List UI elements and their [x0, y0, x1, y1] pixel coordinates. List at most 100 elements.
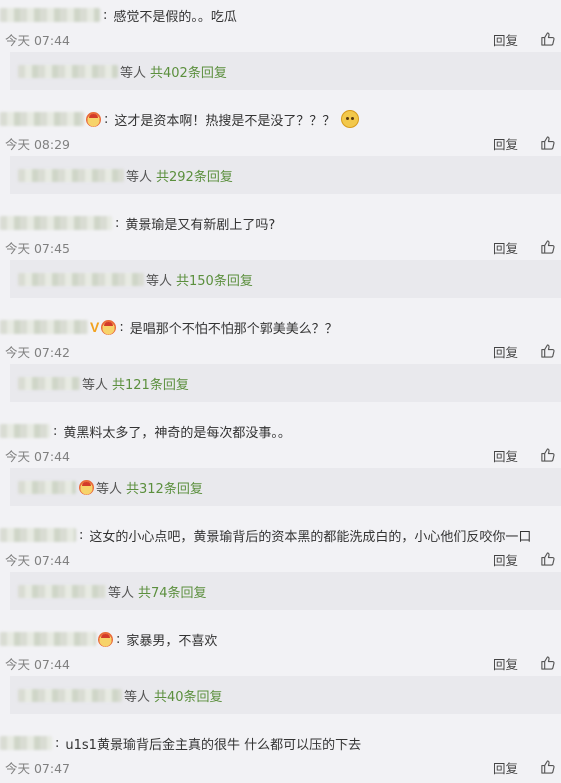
- thumbs-up-icon[interactable]: [540, 655, 555, 670]
- comment-body: : u1s1黄景瑜背后金主真的很牛 什么都可以压的下去: [0, 731, 361, 755]
- colon: :: [116, 631, 121, 647]
- reply-count-link[interactable]: 共121条回复: [112, 374, 189, 393]
- comment-time: 今天 07:42: [5, 345, 70, 360]
- comment-text: 黄黑料太多了，神奇的是每次都没事。。: [63, 425, 291, 441]
- comment-item: V: 是唱那个不怕不怕那个郭美美么？？ 今天 07:42 回复: [0, 312, 561, 364]
- comment-item: : 感觉不是假的。。吃瓜今天 07:44 回复: [0, 0, 561, 52]
- reply-button[interactable]: 回复: [493, 342, 518, 361]
- replier-names-blurred: [18, 64, 118, 78]
- comment-text: 黄景瑜是又有新剧上了吗?: [125, 217, 276, 233]
- reply-button[interactable]: 回复: [493, 654, 518, 673]
- reply-button[interactable]: 回复: [493, 134, 518, 153]
- replier-names-blurred: [18, 688, 122, 702]
- comment-body: V: 是唱那个不怕不怕那个郭美美么？？: [0, 315, 338, 339]
- comment-item: : u1s1黄景瑜背后金主真的很牛 什么都可以压的下去今天 07:47 回复: [0, 728, 561, 780]
- others-label: 等人: [124, 689, 151, 705]
- comment-time: 今天 07:44: [5, 33, 70, 48]
- reply-count-link[interactable]: 共40条回复: [154, 686, 223, 705]
- reply-count-link[interactable]: 共150条回复: [176, 270, 253, 289]
- replies-summary[interactable]: 等人 共292条回复: [10, 156, 561, 194]
- comment-meta: 今天 07:44 回复: [5, 446, 561, 464]
- comment-meta: 今天 07:42 回复: [5, 342, 561, 360]
- reply-button[interactable]: 回复: [493, 550, 518, 569]
- others-label: 等人: [126, 169, 153, 185]
- colon: :: [103, 7, 108, 23]
- replier-names-blurred: [18, 480, 76, 494]
- comment-item: : 黄景瑜是又有新剧上了吗? 今天 07:45 回复: [0, 208, 561, 260]
- username-blurred[interactable]: [0, 216, 112, 230]
- fan-badge-icon: [86, 111, 101, 127]
- comment-body: : 家暴男，不喜欢: [0, 627, 217, 651]
- comment-text: 家暴男，不喜欢: [126, 633, 218, 649]
- replier-names-blurred: [18, 376, 80, 390]
- others-label: 等人: [120, 65, 147, 81]
- thumbs-up-icon[interactable]: [540, 759, 555, 774]
- comment-time: 今天 07:44: [5, 449, 70, 464]
- doge-emoji-icon: [341, 110, 360, 128]
- reply-button[interactable]: 回复: [493, 30, 518, 49]
- replier-names-blurred: [18, 584, 106, 598]
- comment-item: : 黄黑料太多了，神奇的是每次都没事。。今天 07:44 回复: [0, 416, 561, 468]
- reply-button[interactable]: 回复: [493, 238, 518, 257]
- reply-button[interactable]: 回复: [493, 446, 518, 465]
- reply-count-link[interactable]: 共312条回复: [126, 478, 203, 497]
- thumbs-up-icon[interactable]: [540, 551, 555, 566]
- comment-body: : 这才是资本啊！热搜是不是没了？？？: [0, 107, 360, 131]
- replies-summary[interactable]: 等人 共121条回复: [10, 364, 561, 402]
- comment-text: 这女的小心点吧，黄景瑜背后的资本黑的都能洗成白的，小心他们反咬你一口: [89, 529, 532, 545]
- others-label: 等人: [96, 481, 123, 497]
- replier-names-blurred: [18, 272, 144, 286]
- comment-item: : 这女的小心点吧，黄景瑜背后的资本黑的都能洗成白的，小心他们反咬你一口今天 07…: [0, 520, 561, 572]
- colon: :: [104, 111, 109, 127]
- comment-body: : 感觉不是假的。。吃瓜: [0, 3, 237, 27]
- comment-time: 今天 07:44: [5, 553, 70, 568]
- username-blurred[interactable]: [0, 528, 76, 542]
- colon: :: [53, 423, 58, 439]
- verified-v-icon: V: [90, 319, 100, 335]
- comment-meta: 今天 07:45 回复: [5, 238, 561, 256]
- thumbs-up-icon[interactable]: [540, 447, 555, 462]
- comment-text: 这才是资本啊！热搜是不是没了？？？: [114, 113, 336, 129]
- reply-count-link[interactable]: 共74条回复: [138, 582, 207, 601]
- fan-badge-icon: [98, 631, 113, 647]
- replier-names-blurred: [18, 168, 124, 182]
- reply-count-link[interactable]: 共292条回复: [156, 166, 233, 185]
- username-blurred[interactable]: [0, 424, 50, 438]
- thumbs-up-icon[interactable]: [540, 135, 555, 150]
- thumbs-up-icon[interactable]: [540, 239, 555, 254]
- comment-meta: 今天 07:44 回复: [5, 550, 561, 568]
- comment-text: 是唱那个不怕不怕那个郭美美么？？: [129, 321, 338, 337]
- replies-summary[interactable]: 等人 共402条回复: [10, 52, 561, 90]
- comment-meta: 今天 07:47 回复: [5, 758, 561, 776]
- comment-meta: 今天 08:29 回复: [5, 134, 561, 152]
- others-label: 等人: [146, 273, 173, 289]
- comment-text: 感觉不是假的。。吃瓜: [113, 9, 237, 25]
- colon: :: [115, 215, 120, 231]
- replies-summary[interactable]: 等人 共74条回复: [10, 572, 561, 610]
- replies-summary[interactable]: 等人 共150条回复: [10, 260, 561, 298]
- colon: :: [55, 735, 60, 751]
- comment-list: : 感觉不是假的。。吃瓜 今天 07:44 回复 等人 共402条回复: 这才是资本啊！热搜…: [0, 0, 561, 783]
- reply-count-link[interactable]: 共402条回复: [150, 62, 227, 81]
- comment-item: : 这才是资本啊！热搜是不是没了？？？ 今天 08:29 回复: [0, 104, 561, 156]
- comment-time: 今天 07:45: [5, 241, 70, 256]
- comment-time: 今天 08:29: [5, 137, 70, 152]
- username-blurred[interactable]: [0, 320, 88, 334]
- replies-summary[interactable]: 等人 共40条回复: [10, 676, 561, 714]
- comment-time: 今天 07:47: [5, 761, 70, 776]
- username-blurred[interactable]: [0, 112, 84, 126]
- username-blurred[interactable]: [0, 8, 100, 22]
- comment-item: : 家暴男，不喜欢今天 07:44 回复: [0, 624, 561, 676]
- thumbs-up-icon[interactable]: [540, 343, 555, 358]
- username-blurred[interactable]: [0, 632, 96, 646]
- fan-badge-icon: [101, 319, 117, 335]
- reply-button[interactable]: 回复: [493, 758, 518, 777]
- comment-text: u1s1黄景瑜背后金主真的很牛 什么都可以压的下去: [65, 737, 362, 753]
- replies-summary[interactable]: 等人 共312条回复: [10, 468, 561, 506]
- comment-body: : 这女的小心点吧，黄景瑜背后的资本黑的都能洗成白的，小心他们反咬你一口: [0, 523, 531, 547]
- comment-body: : 黄景瑜是又有新剧上了吗?: [0, 211, 275, 235]
- comment-meta: 今天 07:44 回复: [5, 654, 561, 672]
- colon: :: [119, 319, 124, 335]
- thumbs-up-icon[interactable]: [540, 31, 555, 46]
- username-blurred[interactable]: [0, 736, 52, 750]
